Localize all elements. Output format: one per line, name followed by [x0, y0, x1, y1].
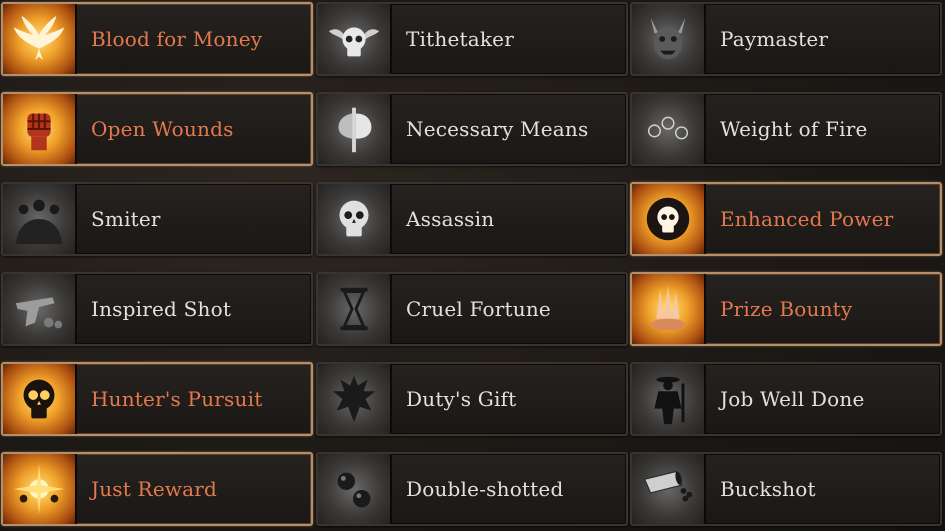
skull-icon: [318, 184, 392, 254]
perk-label: Tithetaker: [406, 27, 514, 51]
perk-label: Paymaster: [720, 27, 829, 51]
dove-icon: [3, 4, 77, 74]
perk-tile-inspired-shot[interactable]: Inspired Shot: [1, 272, 313, 346]
perk-tile-buckshot[interactable]: Buckshot: [630, 452, 942, 526]
perk-tile-just-reward[interactable]: Just Reward: [1, 452, 313, 526]
treasure-pile-icon: [632, 274, 706, 344]
hunter-silhouette-icon: [632, 364, 706, 434]
perk-label: Weight of Fire: [720, 117, 868, 141]
perk-label: Just Reward: [91, 477, 218, 501]
perk-tile-paymaster[interactable]: Paymaster: [630, 2, 942, 76]
perk-label: Job Well Done: [720, 387, 865, 411]
perk-label: Assassin: [406, 207, 495, 231]
perk-grid: Blood for Money Tithetaker Paymaster Ope…: [0, 0, 945, 531]
perk-label: Open Wounds: [91, 117, 234, 141]
winged-skull-icon: [318, 4, 392, 74]
golden-burst-icon: [3, 454, 77, 524]
axe-icon: [318, 94, 392, 164]
shadow-figures-icon: [3, 184, 77, 254]
perk-label: Inspired Shot: [91, 297, 232, 321]
perk-label: Necessary Means: [406, 117, 589, 141]
orbs-icon: [632, 94, 706, 164]
cannonballs-icon: [318, 454, 392, 524]
perk-label: Smiter: [91, 207, 161, 231]
perk-tile-tithetaker[interactable]: Tithetaker: [316, 2, 628, 76]
perk-tile-prize-bounty[interactable]: Prize Bounty: [630, 272, 942, 346]
perk-label: Buckshot: [720, 477, 816, 501]
perk-tile-necessary-means[interactable]: Necessary Means: [316, 92, 628, 166]
spiked-figure-icon: [318, 364, 392, 434]
perk-tile-job-well-done[interactable]: Job Well Done: [630, 362, 942, 436]
perk-label: Prize Bounty: [720, 297, 853, 321]
perk-label: Cruel Fortune: [406, 297, 551, 321]
perk-label: Duty's Gift: [406, 387, 517, 411]
perk-label: Enhanced Power: [720, 207, 894, 231]
flaming-skull-icon: [3, 364, 77, 434]
glowing-skull-icon: [632, 184, 706, 254]
hourglass-icon: [318, 274, 392, 344]
perk-label: Blood for Money: [91, 27, 263, 51]
perk-tile-cruel-fortune[interactable]: Cruel Fortune: [316, 272, 628, 346]
perk-tile-smiter[interactable]: Smiter: [1, 182, 313, 256]
perk-tile-open-wounds[interactable]: Open Wounds: [1, 92, 313, 166]
shot-canister-icon: [632, 454, 706, 524]
perk-tile-enhanced-power[interactable]: Enhanced Power: [630, 182, 942, 256]
flintlock-pistol-icon: [3, 274, 77, 344]
perk-tile-dutys-gift[interactable]: Duty's Gift: [316, 362, 628, 436]
perk-tile-weight-of-fire[interactable]: Weight of Fire: [630, 92, 942, 166]
perk-tile-assassin[interactable]: Assassin: [316, 182, 628, 256]
perk-tile-blood-for-money[interactable]: Blood for Money: [1, 2, 313, 76]
raised-fist-icon: [3, 94, 77, 164]
perk-label: Double-shotted: [406, 477, 564, 501]
horned-demon-icon: [632, 4, 706, 74]
perk-tile-hunters-pursuit[interactable]: Hunter's Pursuit: [1, 362, 313, 436]
perk-tile-double-shotted[interactable]: Double-shotted: [316, 452, 628, 526]
perk-label: Hunter's Pursuit: [91, 387, 263, 411]
